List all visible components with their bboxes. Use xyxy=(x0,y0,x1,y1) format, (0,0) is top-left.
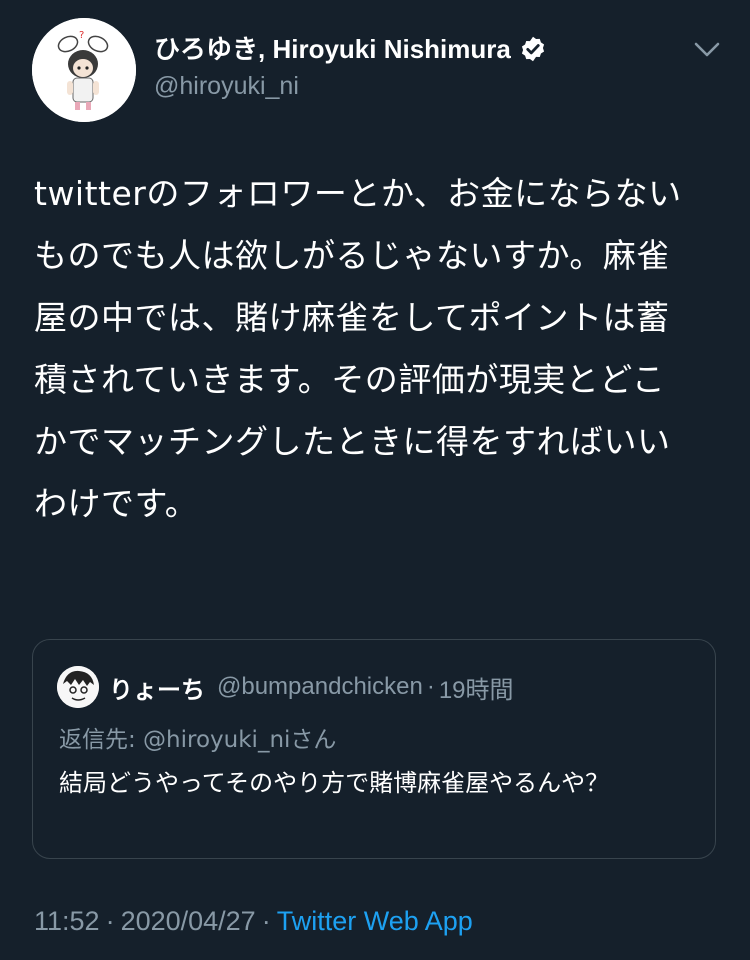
reply-to-line: 返信先: @hiroyuki_niさん xyxy=(59,727,337,753)
tweet-meta: 11:52 · 2020/04/27 · Twitter Web App xyxy=(34,906,473,937)
bunny-ear-character-avatar-icon: ? xyxy=(32,18,136,122)
tweet-source-link[interactable]: Twitter Web App xyxy=(277,906,473,936)
svg-text:?: ? xyxy=(79,30,84,41)
quoted-tweet-text: 結局どうやってそのやり方で賭博麻雀屋やるんや？ xyxy=(59,769,610,797)
quoted-tweet[interactable]: りょーち @bumpandchicken · 19時間 返信先: @hiroyu… xyxy=(32,639,716,859)
author-display-name[interactable]: ひろゆき, Hiroyuki Nishimura xyxy=(154,32,511,66)
separator-dot: · xyxy=(426,673,435,700)
tweet-date[interactable]: 2020/04/27 xyxy=(121,906,256,936)
quoted-author-avatar xyxy=(57,666,99,708)
tweet-time[interactable]: 11:52 xyxy=(34,906,100,936)
quoted-display-name: りょーち xyxy=(109,675,205,704)
tweet-text: twitterのフォロワーとか、お金にならないものでも人は欲しがるじゃないすか。… xyxy=(34,174,682,523)
separator-dot: · xyxy=(105,906,115,936)
quoted-time: 19時間 xyxy=(438,676,514,704)
author-avatar[interactable]: ? xyxy=(32,18,136,122)
manga-face-avatar-icon xyxy=(57,666,99,708)
chevron-down-icon[interactable] xyxy=(694,40,720,60)
quoted-tweet-header: りょーち @bumpandchicken · 19時間 xyxy=(57,666,514,708)
author-display-name-row[interactable]: ひろゆき, Hiroyuki Nishimura xyxy=(154,32,547,66)
quoted-handle: @bumpandchicken xyxy=(217,673,423,700)
tweet-header: ? ひろゆき, Hiroyuki Nishimura @hiroyuki_ni xyxy=(32,18,732,128)
author-info: ひろゆき, Hiroyuki Nishimura @hiroyuki_ni xyxy=(154,32,547,104)
separator-dot: · xyxy=(261,906,271,936)
author-handle[interactable]: @hiroyuki_ni xyxy=(154,68,547,104)
verified-badge-icon xyxy=(521,36,544,62)
